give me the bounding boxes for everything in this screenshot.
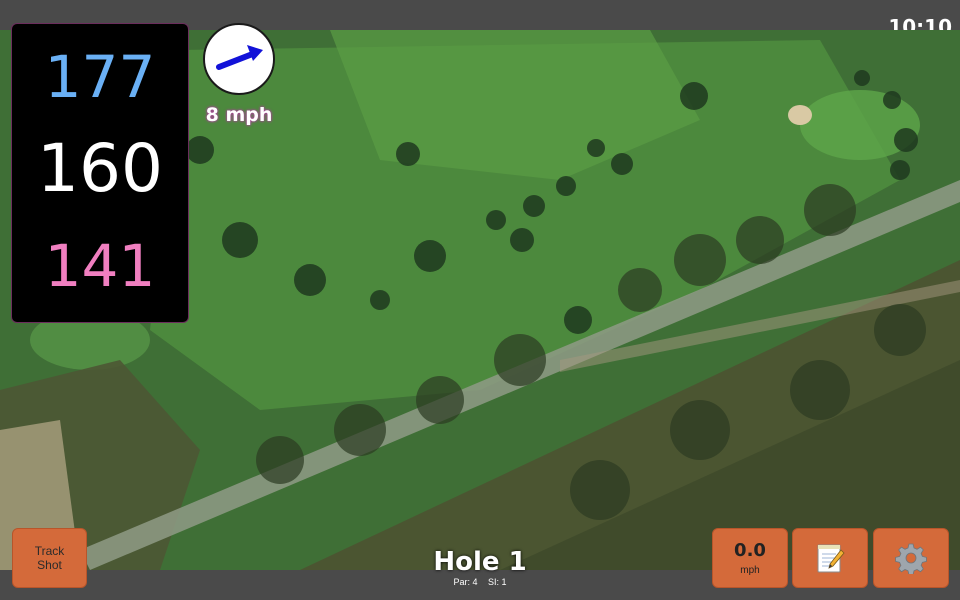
wind-direction-arrow-icon [216,45,263,70]
middle-yardage: 160 [37,130,163,207]
speed-button[interactable]: 0.0 mph [712,528,788,588]
front-yardage: 141 [44,232,156,300]
hole-info: Par: 4 SI: 1 [380,577,580,587]
par-label: Par: 4 [453,577,478,587]
track-shot-label-line2: Shot [37,558,62,572]
wind-speed-label: 8 mph [205,104,273,126]
gear-icon [895,543,927,574]
notes-button[interactable] [792,528,868,588]
wind-indicator [203,23,275,95]
notepad-icon [817,544,845,573]
track-shot-button[interactable]: Track Shot [12,528,87,588]
speed-unit: mph [740,565,760,576]
back-yardage: 177 [44,43,156,111]
yardage-panel: 177 160 141 [11,23,189,323]
hole-title: Hole 1 [433,547,527,577]
settings-button[interactable] [873,528,949,588]
speed-value: 0.0 [734,540,766,561]
track-shot-label-line1: Track [34,544,65,558]
stroke-index-label: SI: 1 [488,577,507,587]
